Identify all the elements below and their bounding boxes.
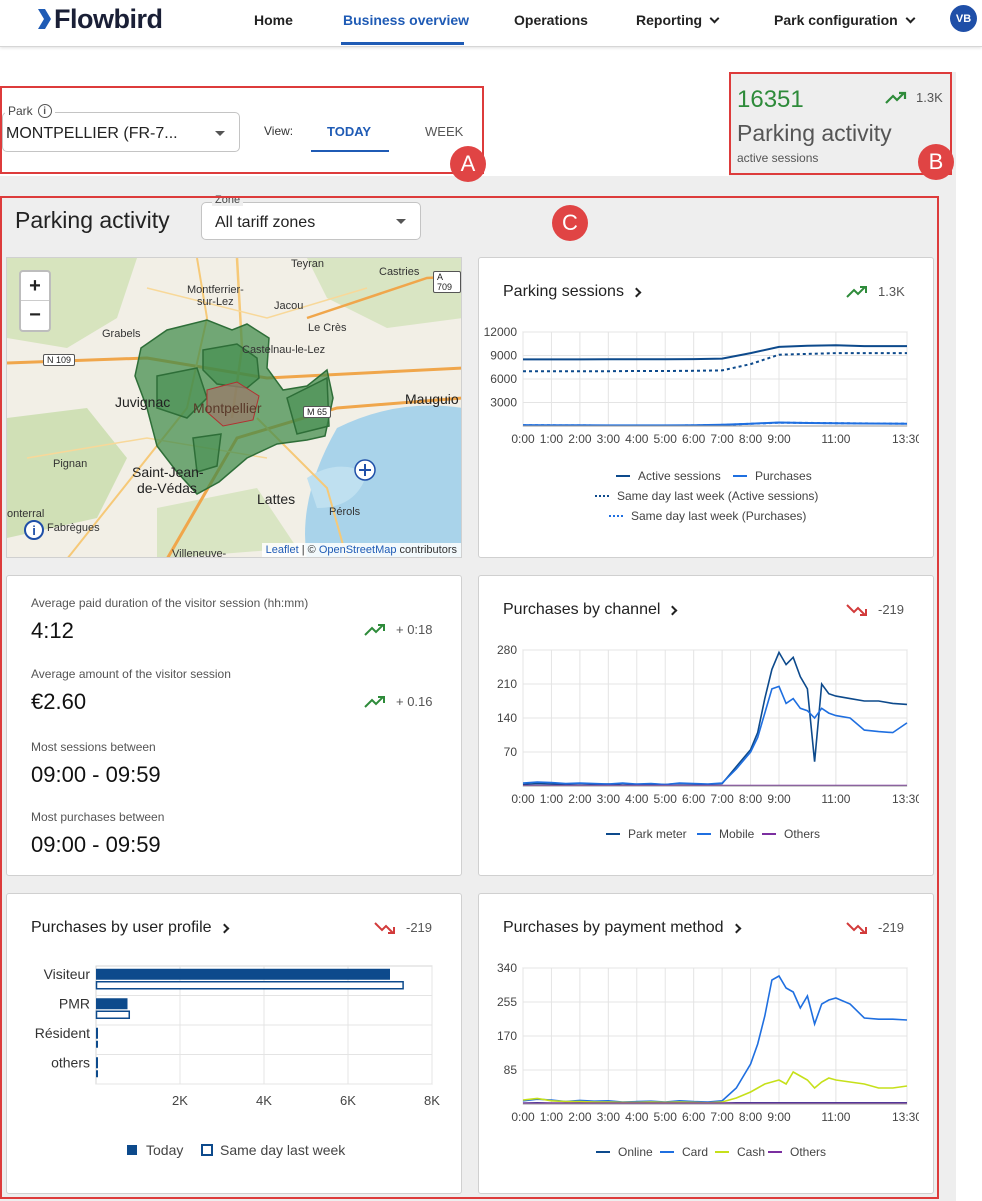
nav-reporting[interactable]: Reporting: [636, 10, 720, 30]
top-navigation-bar: Flowbird Home Business overview Operatio…: [0, 0, 982, 47]
flowbird-logo[interactable]: Flowbird: [36, 3, 163, 34]
annotation-marker-a: A: [450, 146, 486, 182]
nav-reporting-label: Reporting: [636, 12, 703, 28]
chevron-down-icon: [905, 13, 916, 23]
nav-park-configuration[interactable]: Park configuration: [774, 10, 916, 30]
nav-active-indicator: [341, 42, 464, 45]
nav-operations[interactable]: Operations: [514, 10, 588, 30]
chevron-down-icon: [709, 13, 720, 23]
annotation-marker-b: B: [918, 144, 954, 180]
logo-text: Flowbird: [54, 3, 163, 34]
flowbird-logo-mark-icon: [38, 9, 51, 29]
annotation-box-a: [0, 86, 484, 174]
annotation-box-c: [0, 196, 939, 1199]
nav-business-overview[interactable]: Business overview: [343, 10, 469, 30]
nav-park-configuration-label: Park configuration: [774, 12, 898, 28]
nav-home[interactable]: Home: [254, 10, 293, 30]
annotation-marker-c: C: [552, 205, 588, 241]
user-avatar[interactable]: VB: [950, 5, 977, 32]
